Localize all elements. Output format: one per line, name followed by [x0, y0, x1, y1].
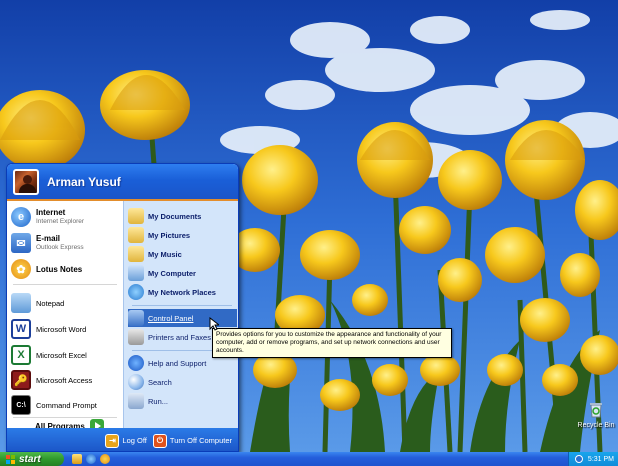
volume-icon[interactable] [574, 455, 583, 463]
search-icon [128, 374, 144, 390]
user-avatar[interactable] [13, 169, 39, 195]
my-music-icon [128, 246, 144, 262]
my-documents-icon [128, 208, 144, 224]
start-menu-right-pane: My Documents My Pictures My Music My Com… [123, 201, 238, 428]
places-item-my-documents[interactable]: My Documents [128, 207, 237, 225]
separator [13, 417, 117, 418]
pinned-item-email[interactable]: ✉ E-mail Outlook Express [11, 231, 119, 255]
pinned-item-lotus-notes[interactable]: ✿ Lotus Notes [11, 257, 119, 281]
places-item-label: Printers and Faxes [148, 332, 211, 342]
network-places-icon [128, 284, 144, 300]
recycle-bin-label: Recycle Bin [577, 422, 615, 429]
log-off-label: Log Off [122, 436, 147, 445]
recent-item-command-prompt[interactable]: C:\ Command Prompt [11, 393, 119, 417]
separator [132, 305, 232, 306]
recent-item-word[interactable]: W Microsoft Word [11, 317, 119, 341]
places-item-run[interactable]: Run... [128, 392, 237, 410]
internet-explorer-icon: e [11, 207, 31, 227]
system-tray: 5:31 PM [568, 452, 618, 466]
recent-item-label: Notepad [36, 298, 65, 308]
places-item-label: Run... [148, 396, 169, 406]
word-icon: W [11, 319, 31, 339]
pinned-item-subtitle: Outlook Express [36, 244, 84, 251]
start-label: start [19, 453, 41, 465]
outlook-express-icon: ✉ [11, 233, 31, 253]
places-item-label: Search [148, 377, 172, 387]
places-item-label: My Computer [148, 268, 196, 278]
places-item-control-panel[interactable]: Control Panel [128, 309, 237, 327]
places-item-label: My Music [148, 249, 182, 259]
recent-item-notepad[interactable]: Notepad [11, 291, 119, 315]
control-panel-icon [128, 310, 144, 326]
places-item-label: My Pictures [148, 230, 191, 240]
places-item-label: My Network Places [148, 287, 216, 297]
clock[interactable]: 5:31 PM [588, 456, 614, 463]
places-item-my-computer[interactable]: My Computer [128, 264, 237, 282]
notepad-icon [11, 293, 31, 313]
turn-off-button[interactable]: ⏻ Turn Off Computer [152, 433, 232, 448]
separator [13, 284, 117, 285]
mouse-pointer-icon [209, 317, 219, 331]
lotus-notes-icon: ✿ [11, 259, 31, 279]
places-item-my-network-places[interactable]: My Network Places [128, 283, 237, 301]
recycle-bin-icon [587, 400, 605, 418]
my-pictures-icon [128, 227, 144, 243]
log-off-button[interactable]: ⇥ Log Off [105, 433, 147, 448]
pinned-item-internet[interactable]: e Internet Internet Explorer [11, 205, 119, 229]
my-computer-icon [128, 265, 144, 281]
start-menu-footer: ⇥ Log Off ⏻ Turn Off Computer [7, 428, 238, 451]
pinned-item-title: E-mail [36, 234, 61, 243]
recent-item-label: Microsoft Excel [36, 350, 87, 360]
start-menu-left-pane: e Internet Internet Explorer ✉ E-mail Ou… [7, 201, 123, 433]
log-off-icon: ⇥ [105, 433, 120, 448]
help-icon [128, 355, 144, 371]
places-item-label: My Documents [148, 211, 202, 221]
quicklaunch-lotus-icon[interactable] [100, 454, 110, 464]
pinned-item-title: Lotus Notes [36, 264, 83, 274]
places-item-my-music[interactable]: My Music [128, 245, 237, 263]
pinned-item-title: Internet [36, 208, 66, 217]
excel-icon: X [11, 345, 31, 365]
recent-item-label: Command Prompt [36, 400, 97, 410]
quicklaunch-ie-icon[interactable] [86, 454, 96, 464]
pinned-item-subtitle: Internet Explorer [36, 218, 85, 225]
access-icon: 🔑 [11, 370, 31, 390]
recent-item-access[interactable]: 🔑 Microsoft Access [11, 368, 119, 392]
places-item-label: Help and Support [148, 358, 207, 368]
windows-flag-icon [6, 454, 15, 464]
run-icon [128, 393, 144, 409]
power-icon: ⏻ [152, 433, 167, 448]
quicklaunch-folder-icon[interactable] [72, 454, 82, 464]
start-menu-header: Arman Yusuf [7, 164, 238, 201]
control-panel-tooltip: Provides options for you to customize th… [212, 328, 452, 358]
start-button[interactable]: start [0, 452, 64, 466]
places-item-my-pictures[interactable]: My Pictures [128, 226, 237, 244]
user-name: Arman Yusuf [47, 175, 121, 189]
recent-item-label: Microsoft Word [36, 324, 87, 334]
places-item-search[interactable]: Search [128, 373, 237, 391]
places-item-label: Control Panel [148, 313, 194, 323]
recent-item-excel[interactable]: X Microsoft Excel [11, 343, 119, 367]
recent-item-label: Microsoft Access [36, 375, 93, 385]
taskbar: start 5:31 PM [0, 452, 618, 466]
start-menu: Arman Yusuf e Internet Internet Explorer… [6, 163, 239, 452]
turn-off-label: Turn Off Computer [169, 436, 232, 445]
printer-icon [128, 329, 144, 345]
recycle-bin[interactable]: Recycle Bin [576, 400, 616, 429]
command-prompt-icon: C:\ [11, 395, 31, 415]
